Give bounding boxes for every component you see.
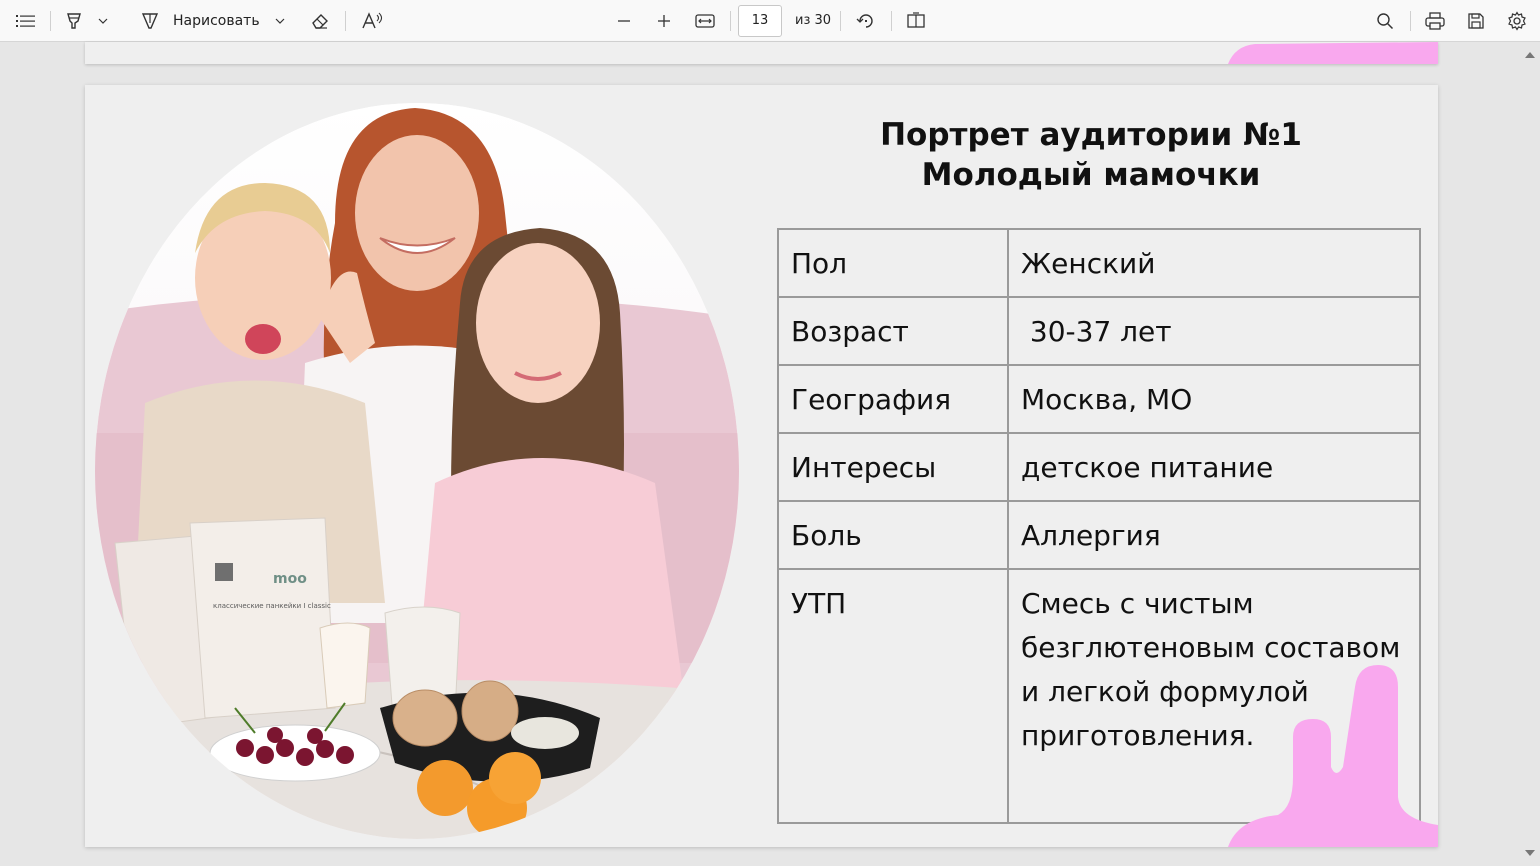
- separator: [891, 11, 892, 31]
- draw-button[interactable]: [138, 10, 162, 32]
- page-view-button[interactable]: [904, 10, 928, 32]
- pdf-toolbar: Нарисовать 13 из 30: [0, 0, 1540, 42]
- product-pack-text: классические панкейки I classic: [213, 602, 331, 610]
- erase-button[interactable]: [308, 10, 332, 32]
- zoom-out-icon: [618, 20, 630, 22]
- row-value: Женский: [1007, 228, 1421, 298]
- row-value: 30-37 лет: [1007, 296, 1421, 366]
- search-button[interactable]: [1373, 10, 1397, 32]
- table-row: География Москва, МО: [777, 364, 1421, 434]
- table-row: Интересы детское питание: [777, 432, 1421, 502]
- draw-icon: [141, 13, 159, 29]
- chevron-down-icon: [98, 18, 108, 24]
- row-key: УТП: [777, 568, 1009, 824]
- highlight-button[interactable]: [62, 10, 86, 32]
- row-key: Пол: [777, 228, 1009, 298]
- settings-button[interactable]: [1505, 10, 1529, 32]
- separator: [840, 11, 841, 31]
- chevron-down-icon: [275, 18, 285, 24]
- page-view-icon: [907, 12, 925, 28]
- pink-blob-decoration: [1228, 42, 1438, 64]
- table-row: Боль Аллергия: [777, 500, 1421, 570]
- slide-title-line-1: Портрет аудитории №1: [880, 117, 1302, 153]
- slide-title-line-2: Молодый мамочки: [921, 157, 1261, 193]
- print-icon: [1425, 12, 1445, 30]
- row-key: Боль: [777, 500, 1009, 570]
- read-aloud-icon: [362, 12, 383, 29]
- fit-width-button[interactable]: [693, 10, 717, 32]
- rotate-button[interactable]: [854, 10, 878, 32]
- page-total: из 30: [795, 13, 832, 28]
- draw-options-button[interactable]: [273, 13, 287, 29]
- family-photo-illustration: moo классические панкейки I classic: [95, 103, 739, 839]
- separator: [50, 11, 51, 31]
- eraser-icon: [312, 14, 328, 29]
- table-row: Пол Женский: [777, 228, 1421, 298]
- separator: [345, 11, 346, 31]
- save-button[interactable]: [1464, 10, 1488, 32]
- pink-drip-decoration: [1228, 665, 1438, 847]
- row-key: География: [777, 364, 1009, 434]
- draw-label[interactable]: Нарисовать: [173, 11, 260, 31]
- separator: [730, 11, 731, 31]
- scroll-up-button[interactable]: [1524, 50, 1536, 60]
- settings-icon: [1508, 11, 1526, 31]
- rotate-icon: [856, 14, 873, 28]
- read-aloud-button[interactable]: [360, 10, 384, 32]
- slide-page: moo классические панкейки I classic Порт…: [85, 85, 1438, 847]
- save-icon: [1468, 13, 1484, 29]
- zoom-in-button[interactable]: [652, 10, 676, 32]
- table-row: Возраст 30-37 лет: [777, 296, 1421, 366]
- previous-page-edge: [85, 42, 1438, 64]
- list-icon: [16, 15, 35, 27]
- contents-button[interactable]: [14, 10, 38, 32]
- row-value: Аллергия: [1007, 500, 1421, 570]
- highlight-options-button[interactable]: [96, 13, 110, 29]
- page-number-input[interactable]: 13: [738, 5, 782, 37]
- scroll-down-button[interactable]: [1524, 848, 1536, 858]
- search-icon: [1377, 13, 1394, 30]
- row-value: Москва, МО: [1007, 364, 1421, 434]
- qr-code-icon: [215, 563, 233, 581]
- separator: [1410, 11, 1411, 31]
- row-key: Возраст: [777, 296, 1009, 366]
- zoom-out-button[interactable]: [612, 10, 636, 32]
- zoom-in-icon: [658, 15, 670, 27]
- print-button[interactable]: [1423, 10, 1447, 32]
- row-key: Интересы: [777, 432, 1009, 502]
- product-brand: moo: [273, 571, 307, 587]
- row-value: детское питание: [1007, 432, 1421, 502]
- highlighter-icon: [67, 13, 81, 29]
- fit-width-icon: [695, 14, 715, 28]
- slide-title: Портрет аудитории №1 Молодый мамочки: [779, 115, 1403, 195]
- audience-photo: moo классические панкейки I classic: [95, 103, 739, 839]
